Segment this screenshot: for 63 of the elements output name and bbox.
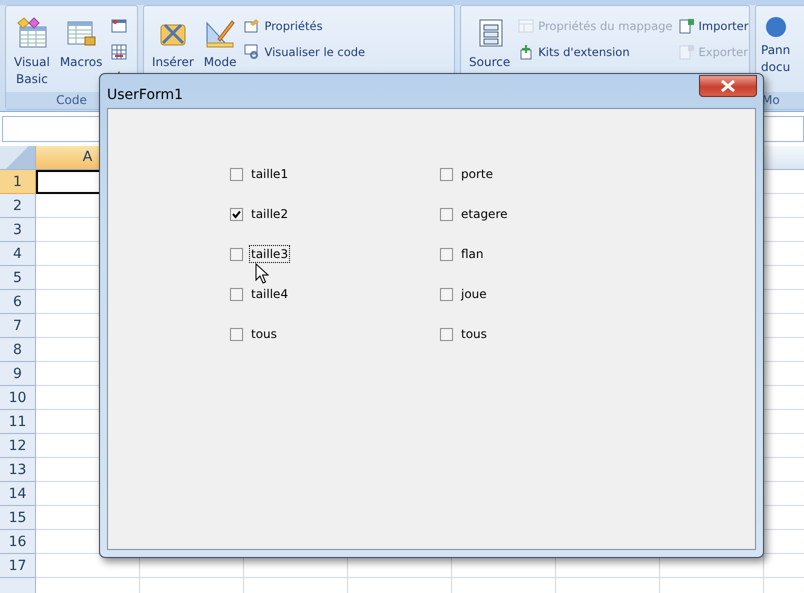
checkbox[interactable] [230,208,243,220]
checkbox-label[interactable]: taille1 [249,165,290,183]
checkbox-label[interactable]: taille4 [249,285,290,303]
ribbon-button[interactable]: Visualiser le code [242,40,368,64]
ribbon-button[interactable]: Importer [676,14,750,38]
row-header[interactable]: 4 [0,242,36,266]
checkbox[interactable] [440,248,453,260]
grid-icon [111,44,128,60]
row-header[interactable]: 11 [0,410,36,434]
close-button[interactable] [699,75,757,97]
window-icon [111,18,128,34]
ribbon-button[interactable]: Insérer [148,14,198,74]
checkbox[interactable] [230,288,243,300]
row-header[interactable]: 6 [0,290,36,314]
row-header[interactable]: 14 [0,482,36,506]
checkbox[interactable] [230,168,243,180]
row-header[interactable]: 2 [0,194,36,218]
mouse-pointer-icon [255,263,269,285]
row-header[interactable]: 10 [0,386,36,410]
checkbox-label[interactable]: taille2 [249,205,290,223]
row-header[interactable]: 12 [0,434,36,458]
extension-pack-icon [518,44,534,60]
checkbox-label[interactable]: etagere [459,205,510,223]
ribbon-button[interactable]: Visual Basic [10,14,54,91]
mapping-icon [518,18,534,34]
checkbox-label[interactable]: porte [459,165,495,183]
import-icon [678,18,695,34]
checkbox-label[interactable]: flan [459,245,486,263]
code-view-icon [244,44,260,60]
row-header[interactable]: 7 [0,314,36,338]
row-header[interactable]: 13 [0,458,36,482]
checkbox[interactable] [440,208,453,220]
row-header[interactable]: 5 [0,266,36,290]
row-header[interactable]: 9 [0,362,36,386]
checkbox[interactable] [440,288,453,300]
ribbon-button[interactable]: Source [465,14,514,74]
select-all-corner[interactable] [0,146,36,169]
ribbon-button[interactable]: Pann docu [757,14,794,79]
row-header[interactable]: 8 [0,338,36,362]
checkbox-label[interactable]: tous [459,325,489,343]
checkbox[interactable] [230,328,243,340]
checkbox-label[interactable]: tous [249,325,279,343]
checkbox-label[interactable]: joue [459,285,489,303]
close-icon [720,80,736,92]
ribbon-button[interactable]: Kits d'extension [516,40,675,64]
ribbon-button[interactable]: Propriétés [242,14,368,38]
ribbon-button[interactable]: Macros [56,14,106,74]
row-header[interactable]: 15 [0,506,36,530]
row-header[interactable]: 3 [0,218,36,242]
checkbox[interactable] [440,328,453,340]
properties-icon [244,18,260,34]
checkbox[interactable] [230,248,243,260]
checkbox[interactable] [440,168,453,180]
group-label: Code [56,93,87,107]
export-icon [678,44,695,60]
spreadsheet-icon [16,17,48,49]
ribbon-button[interactable]: Mode [200,14,240,74]
row-header[interactable]: 17 [0,554,36,578]
checkbox-label[interactable]: taille3 [249,245,290,263]
row-header[interactable]: 16 [0,530,36,554]
info-icon [766,17,786,37]
window-title: UserForm1 [107,87,184,103]
row-header[interactable]: 1 [0,170,36,194]
